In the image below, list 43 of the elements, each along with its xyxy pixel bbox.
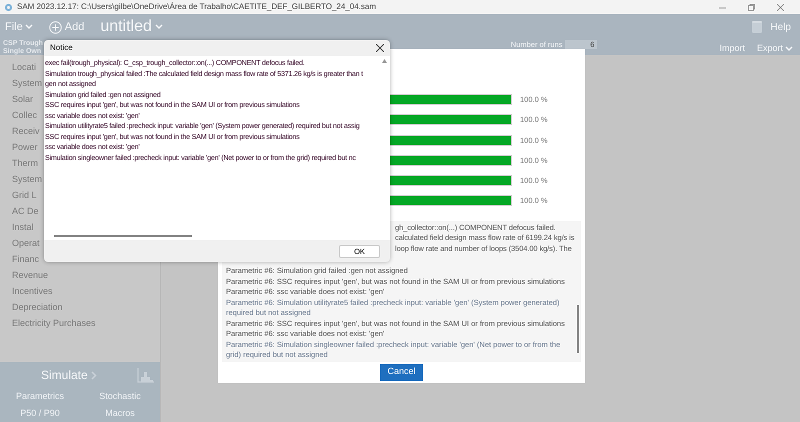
plus-circle-icon	[48, 20, 62, 34]
sidebar-item[interactable]: Collec	[12, 107, 38, 123]
simulate-link[interactable]: Macros	[105, 405, 135, 422]
dialog-title: Notice	[50, 42, 73, 54]
simulate-link[interactable]: Stochastic	[99, 388, 141, 405]
sidebar-item[interactable]: Depreciation	[12, 299, 63, 315]
sidebar-item[interactable]: Grid L	[12, 187, 37, 203]
app-icon	[4, 2, 13, 12]
sidebar-item[interactable]: Revenue	[12, 267, 48, 283]
case-tab[interactable]: untitled	[100, 15, 163, 39]
chart-icon[interactable]	[137, 368, 154, 382]
cancel-button[interactable]: Cancel	[380, 364, 422, 380]
sidebar-item[interactable]: Power	[12, 139, 38, 155]
add-button[interactable]: Add	[48, 18, 84, 36]
sidebar-item[interactable]: Operat	[12, 235, 40, 251]
chevron-icon	[90, 370, 97, 380]
close-icon[interactable]	[376, 44, 384, 52]
sidebar-item[interactable]: System	[12, 75, 42, 91]
import-button[interactable]: Import	[719, 42, 745, 56]
simulate-link[interactable]: P50 / P90	[20, 405, 60, 422]
scrollbar-thumb[interactable]	[577, 304, 579, 352]
restore-icon[interactable]	[748, 4, 755, 10]
simulate-link[interactable]: Parametrics	[16, 388, 64, 405]
sidebar-item[interactable]: Incentives	[12, 283, 53, 299]
sidebar-item[interactable]: AC De	[12, 203, 39, 219]
sidebar-item[interactable]: Therm	[12, 155, 38, 171]
export-menu[interactable]: Export	[756, 42, 793, 56]
sidebar-item[interactable]: Electricity Purchases	[12, 315, 96, 331]
file-menu[interactable]: File	[5, 18, 33, 36]
help-button[interactable]: Help	[770, 20, 791, 34]
caret-icon	[24, 24, 33, 30]
sidebar-item[interactable]: System	[12, 171, 42, 187]
caret-icon	[154, 24, 163, 30]
sidebar-item[interactable]: Solar	[12, 91, 34, 107]
scroll-up-icon[interactable]	[382, 59, 386, 63]
sidebar-item[interactable]: Receiv	[12, 123, 40, 139]
simulate-button[interactable]: Simulate	[41, 366, 97, 384]
horizontal-scrollbar[interactable]	[54, 235, 192, 237]
sidebar-item[interactable]: Locati	[12, 59, 36, 75]
window-title: SAM 2023.12.17: C:\Users\gilbe\OneDrive\Área de Trabalho\CAETITE_DEF_GILBERTO_24_04.sam	[17, 1, 376, 13]
sidebar-item[interactable]: Instal	[12, 219, 34, 235]
sidebar-item[interactable]: Financ	[12, 251, 40, 267]
caret-icon	[785, 46, 793, 52]
